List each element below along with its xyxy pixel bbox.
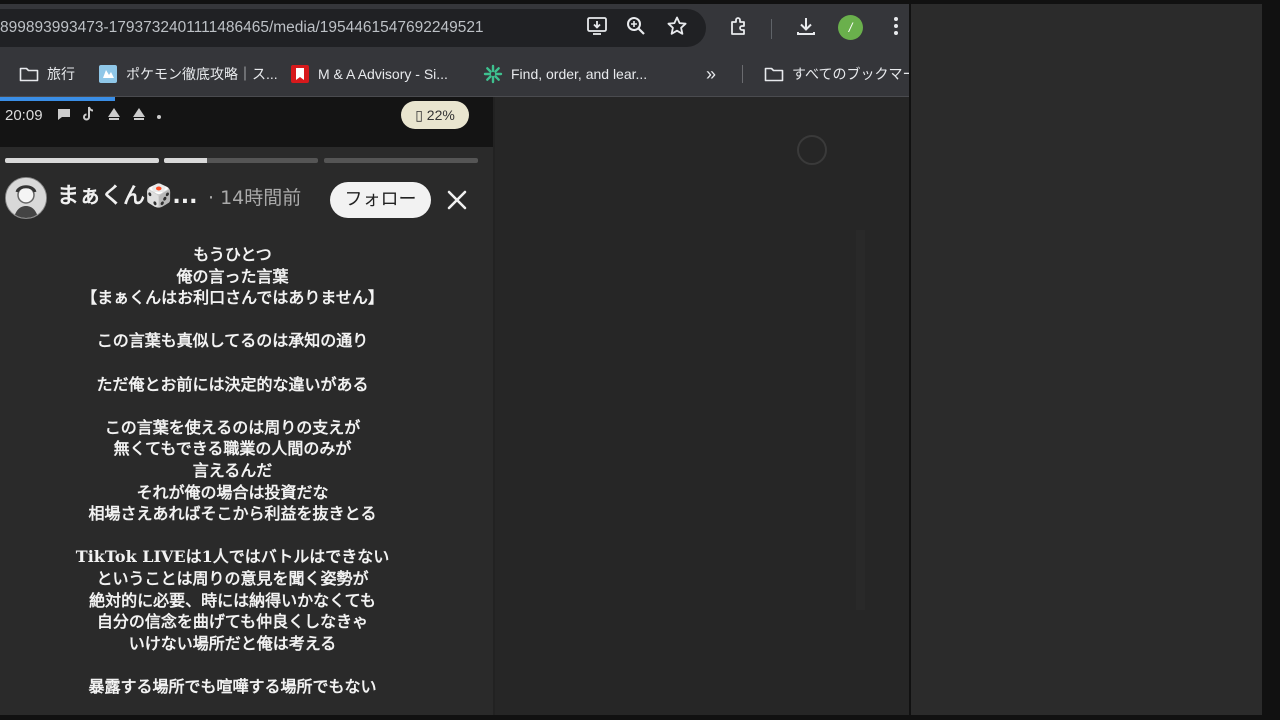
battery-level: 22% xyxy=(426,107,455,123)
bookmark-ma-advisory[interactable]: M & A Advisory - Si... xyxy=(290,52,448,96)
story-text-line: ということは周りの意見を聞く姿勢が xyxy=(96,568,369,588)
user-avatar[interactable] xyxy=(5,177,47,219)
browser-toolbar: 899893993473-1793732401111486465/media/1… xyxy=(0,4,909,52)
bookmark-label: Find, order, and lear... xyxy=(511,66,648,82)
story-text-blank xyxy=(0,352,465,374)
scrollbar-track xyxy=(856,230,865,610)
story-text-line: ただ俺とお前には決定的な違いがある xyxy=(96,374,369,394)
bookmark-label: ポケモン徹底攻略｜ス... xyxy=(126,66,278,82)
chevron-double-right-icon: » xyxy=(706,63,717,84)
media-side-area xyxy=(495,97,909,715)
page-load-indicator xyxy=(0,97,115,101)
story-posted-time: · 14時間前 xyxy=(208,187,302,209)
extensions-icon[interactable] xyxy=(727,14,751,38)
story-text-line: それが俺の場合は投資だな xyxy=(136,482,329,502)
story-text-line: 暴露する場所でも喧嘩する場所でもない xyxy=(88,676,377,696)
notification-icon xyxy=(106,106,122,126)
notification-icon xyxy=(131,106,147,126)
story-text-line: 言えるんだ xyxy=(192,460,273,480)
folder-icon xyxy=(19,64,39,84)
bookmark-label: 旅行 xyxy=(47,66,75,82)
pokemon-favicon-icon xyxy=(98,64,118,84)
all-bookmarks-label: すべてのブックマーク xyxy=(792,66,909,82)
url-text[interactable]: 899893993473-1793732401111486465/media/1… xyxy=(0,9,484,47)
status-time: 20:09 xyxy=(5,107,43,124)
story-text-line: 自分の信念を曲げても仲良くしなきゃ xyxy=(96,612,369,632)
bookmark-find-order[interactable]: Find, order, and lear... xyxy=(483,52,647,96)
story-text-line: 俺の言った言葉 xyxy=(176,266,289,286)
story-text-line: この言葉も真似してるのは承知の通り xyxy=(96,331,369,351)
story-text: もうひとつ俺の言った言葉 【まぁくんはお利口さんではありません】 この言葉も真似して… xyxy=(0,244,465,697)
phone-status-bar: 20:09 ▯ 22% xyxy=(0,97,493,147)
browser-window: 899893993473-1793732401111486465/media/1… xyxy=(0,4,909,715)
story-text-line: いけない場所だと俺は考える xyxy=(128,633,337,653)
battery-badge: ▯ 22% xyxy=(401,101,469,129)
story-text-line: もうひとつ xyxy=(193,245,272,264)
story-text-blank xyxy=(0,309,465,331)
story-text-blank xyxy=(0,525,465,547)
story-text-blank xyxy=(0,395,465,417)
story-progress-segment xyxy=(164,158,318,163)
story-progress-segment xyxy=(5,158,159,163)
info-icon[interactable] xyxy=(797,135,827,165)
tiktok-icon xyxy=(81,106,97,126)
profile-avatar[interactable]: / xyxy=(838,15,863,40)
ma-favicon-icon xyxy=(290,64,310,84)
story-progress-segment xyxy=(324,158,478,163)
star-icon[interactable] xyxy=(665,14,689,38)
bookmark-label: M & A Advisory - Si... xyxy=(318,66,448,82)
page-content: 20:09 ▯ 22% まぁくん🎲... · 14時間前 フォロー もうひとつ … xyxy=(0,97,909,715)
bookmark-pokemon[interactable]: ポケモン徹底攻略｜ス... xyxy=(98,52,278,96)
story-username[interactable]: まぁくん🎲... xyxy=(57,180,197,214)
story-text-line: 絶対的に必要、時には納得いかなくても xyxy=(89,590,376,610)
story-text-line: TikTok LIVEは1人ではバトルはできない xyxy=(75,547,390,567)
story-screenshot: 20:09 ▯ 22% まぁくん🎲... · 14時間前 フォロー もうひとつ … xyxy=(0,97,493,715)
bookmarks-separator xyxy=(742,65,743,83)
bookmarks-bar: 旅行 ポケモン徹底攻略｜ス... M & A Advisory - Si... … xyxy=(0,52,909,97)
side-panel xyxy=(911,4,1262,715)
toolbar-separator xyxy=(771,19,772,39)
find-order-favicon-icon xyxy=(483,64,503,84)
menu-icon[interactable] xyxy=(884,14,908,38)
chat-icon xyxy=(56,106,72,126)
all-bookmarks-button[interactable]: すべてのブックマーク xyxy=(764,52,909,96)
folder-icon xyxy=(764,64,784,84)
story-text-line: 【まぁくんはお利口さんではありません】 xyxy=(81,288,384,308)
follow-button[interactable]: フォロー xyxy=(330,182,431,218)
story-text-line: 無くてもできる職業の人間のみが xyxy=(113,439,352,459)
story-text-line: 相場さえあればそこから利益を抜きとる xyxy=(88,504,377,524)
install-icon[interactable] xyxy=(585,14,609,38)
story-text-blank xyxy=(0,654,465,676)
status-icons xyxy=(56,103,162,129)
zoom-icon[interactable] xyxy=(624,14,648,38)
dot-icon xyxy=(156,109,162,124)
bookmarks-overflow-button[interactable]: » xyxy=(706,52,716,96)
download-icon[interactable] xyxy=(794,14,818,38)
close-icon[interactable] xyxy=(440,183,474,217)
bookmark-travel[interactable]: 旅行 xyxy=(19,52,75,96)
story-text-line: この言葉を使えるのは周りの支えが xyxy=(104,417,361,437)
